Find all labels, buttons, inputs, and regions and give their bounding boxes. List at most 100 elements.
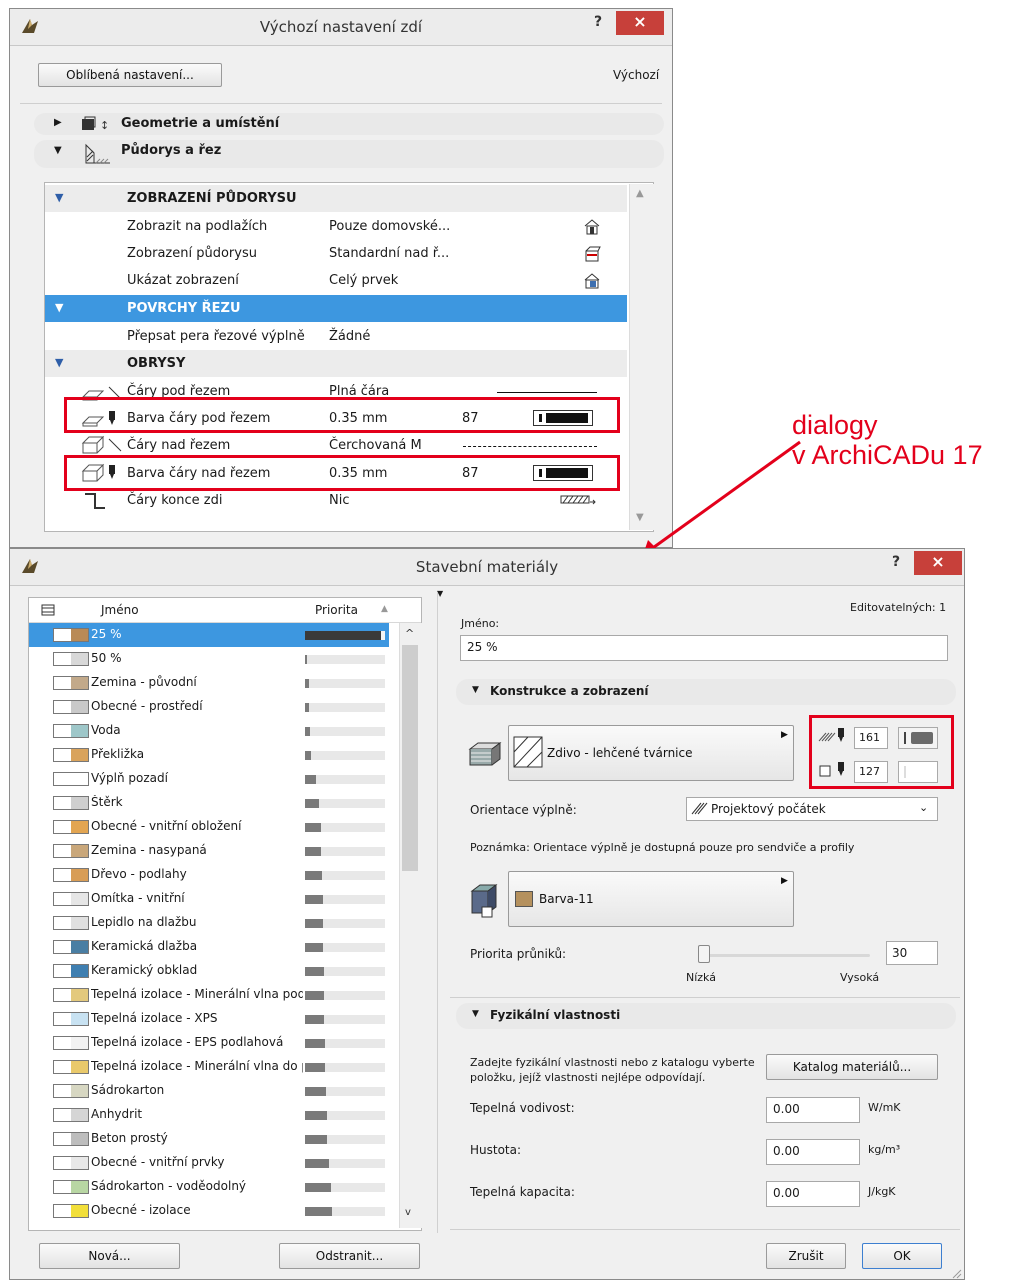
title-bar[interactable]: Výchozí nastavení zdí ? × [10, 9, 672, 46]
row-value[interactable]: Celý prvek [329, 273, 398, 288]
material-row[interactable]: Dřevo - podlahy [29, 863, 389, 887]
intersection-priority-label: Priorita průniků: [470, 947, 567, 961]
group-toggle-icon[interactable]: ▼ [55, 356, 63, 369]
scroll-up-icon[interactable]: ▲ [636, 188, 644, 199]
material-row[interactable]: Anhydrit [29, 1103, 389, 1127]
group-toggle-icon[interactable]: ▼ [55, 301, 63, 314]
close-button[interactable]: × [914, 551, 962, 575]
group-outlines[interactable]: ▼ OBRYSY [45, 350, 627, 377]
material-row[interactable]: Tepelná izolace - EPS podlahová [29, 1031, 389, 1055]
close-button[interactable]: × [616, 11, 664, 35]
material-row[interactable]: Tepelná izolace - Minerální vlna do po [29, 1055, 389, 1079]
row-value[interactable]: Žádné [329, 329, 370, 344]
material-row[interactable]: Lepidlo na dlažbu [29, 911, 389, 935]
group-cut-surfaces[interactable]: ▼ POVRCHY ŘEZU [45, 295, 627, 322]
priority-bar-fill [305, 775, 316, 784]
material-row[interactable]: Obecné - izolace [29, 1199, 389, 1223]
material-row[interactable]: Obecné - vnitřní obložení [29, 815, 389, 839]
material-row[interactable]: Beton prostý [29, 1127, 389, 1151]
material-name: Dřevo - podlahy [91, 867, 187, 881]
fill-orientation-select[interactable]: Projektový počátek ⌄ [686, 797, 938, 821]
material-row[interactable]: Výplň pozadí [29, 767, 389, 791]
material-row[interactable]: Zemina - nasypaná [29, 839, 389, 863]
cancel-button[interactable]: Zrušit [766, 1243, 846, 1269]
expanded-triangle-icon[interactable]: ▼ [54, 145, 62, 156]
material-row[interactable]: Keramický obklad [29, 959, 389, 983]
material-row[interactable]: Voda [29, 719, 389, 743]
priority-bar-fill [305, 1111, 327, 1120]
material-name: Výplň pozadí [91, 771, 168, 785]
material-row[interactable]: Zemina - původní [29, 671, 389, 695]
priority-bar [305, 799, 385, 808]
collapse-icon[interactable]: ▼ [437, 589, 443, 598]
scroll-down-icon[interactable]: v [405, 1207, 411, 1218]
material-row[interactable]: Omítka - vnitřní [29, 887, 389, 911]
scroll-up-icon[interactable]: ^ [405, 627, 414, 640]
row-value[interactable]: Čerchovaná M [329, 438, 422, 453]
priority-bar [305, 943, 385, 952]
settings-row[interactable]: Ukázat zobrazení Celý prvek [45, 267, 627, 294]
resize-grip-icon[interactable] [950, 1267, 962, 1279]
pane-divider [437, 593, 438, 1233]
settings-row[interactable]: Zobrazit na podlažích Pouze domovské... [45, 213, 627, 240]
ok-button[interactable]: OK [862, 1243, 942, 1269]
row-name: Zobrazení půdorysu [127, 246, 257, 261]
settings-row[interactable]: Přepsat pera řezové výplně Žádné [45, 323, 627, 350]
settings-row[interactable]: Zobrazení půdorysu Standardní nad ř... [45, 240, 627, 267]
material-row[interactable]: Překližka [29, 743, 389, 767]
priority-input[interactable]: 30 [886, 941, 938, 965]
new-material-button[interactable]: Nová... [39, 1243, 180, 1269]
help-button[interactable]: ? [892, 554, 900, 570]
section-label: Fyzikální vlastnosti [490, 1008, 621, 1022]
fill-pattern-selector[interactable]: Zdivo - lehčené tvárnice ▶ [508, 725, 794, 781]
delete-material-button[interactable]: Odstranit... [279, 1243, 420, 1269]
row-value[interactable]: Standardní nad ř... [329, 246, 449, 261]
material-row[interactable]: Obecné - prostředí [29, 695, 389, 719]
help-button[interactable]: ? [594, 14, 602, 30]
material-row[interactable]: Štěrk [29, 791, 389, 815]
material-row[interactable]: Tepelná izolace - XPS [29, 1007, 389, 1031]
material-name: Tepelná izolace - Minerální vlna do po [91, 1059, 303, 1073]
section-toggle-icon[interactable]: ▼ [472, 685, 479, 695]
section-toggle-icon[interactable]: ▼ [472, 1009, 479, 1019]
material-row[interactable]: Tepelná izolace - Minerální vlna podla [29, 983, 389, 1007]
material-row[interactable]: Sádrokarton [29, 1079, 389, 1103]
priority-bar [305, 1159, 385, 1168]
list-scrollbar[interactable]: ^ v [399, 623, 422, 1228]
settings-row[interactable]: Čáry konce zdi Nic [45, 487, 627, 514]
favorites-button[interactable]: Oblíbená nastavení... [38, 63, 222, 87]
row-value[interactable]: Nic [329, 493, 349, 508]
column-header-priority[interactable]: Priorita [315, 603, 358, 617]
dropdown-chevron-icon[interactable]: ⌄ [919, 801, 928, 814]
property-input[interactable]: 0.00 [766, 1181, 860, 1207]
name-input[interactable]: 25 % [460, 635, 948, 661]
row-name: Ukázat zobrazení [127, 273, 239, 288]
surface-material-icon [470, 884, 498, 918]
property-input[interactable]: 0.00 [766, 1139, 860, 1165]
material-row[interactable]: 50 % [29, 647, 389, 671]
surface-selector[interactable]: Barva-11 ▶ [508, 871, 794, 927]
material-catalog-button[interactable]: Katalog materiálů... [766, 1054, 938, 1080]
scroll-thumb[interactable] [402, 645, 418, 871]
slider-low-label: Nízká [686, 971, 716, 984]
material-name: Voda [91, 723, 121, 737]
material-row[interactable]: 25 % [29, 623, 389, 647]
material-row[interactable]: Obecné - vnitřní prvky [29, 1151, 389, 1175]
priority-slider-track[interactable] [700, 954, 870, 957]
sort-icon[interactable] [41, 604, 55, 616]
title-bar[interactable]: Stavební materiály ? × [10, 549, 964, 586]
material-swatch [53, 1132, 89, 1146]
hatch-swatch-icon [513, 736, 543, 768]
collapsed-triangle-icon[interactable]: ▶ [54, 117, 62, 128]
property-input[interactable]: 0.00 [766, 1097, 860, 1123]
group-toggle-icon[interactable]: ▼ [55, 191, 63, 204]
priority-bar-fill [305, 1135, 327, 1144]
material-row[interactable]: Keramická dlažba [29, 935, 389, 959]
row-value[interactable]: Pouze domovské... [329, 219, 450, 234]
annotation-text: dialogy v ArchiCADu 17 [792, 410, 983, 470]
fill-orientation-note: Poznámka: Orientace výplně je dostupná p… [470, 841, 855, 854]
column-header-name[interactable]: Jméno [101, 603, 139, 617]
material-row[interactable]: Sádrokarton - voděodolný [29, 1175, 389, 1199]
priority-slider-thumb[interactable] [698, 945, 710, 963]
group-floor-plan-display[interactable]: ▼ ZOBRAZENÍ PŮDORYSU [45, 185, 627, 212]
